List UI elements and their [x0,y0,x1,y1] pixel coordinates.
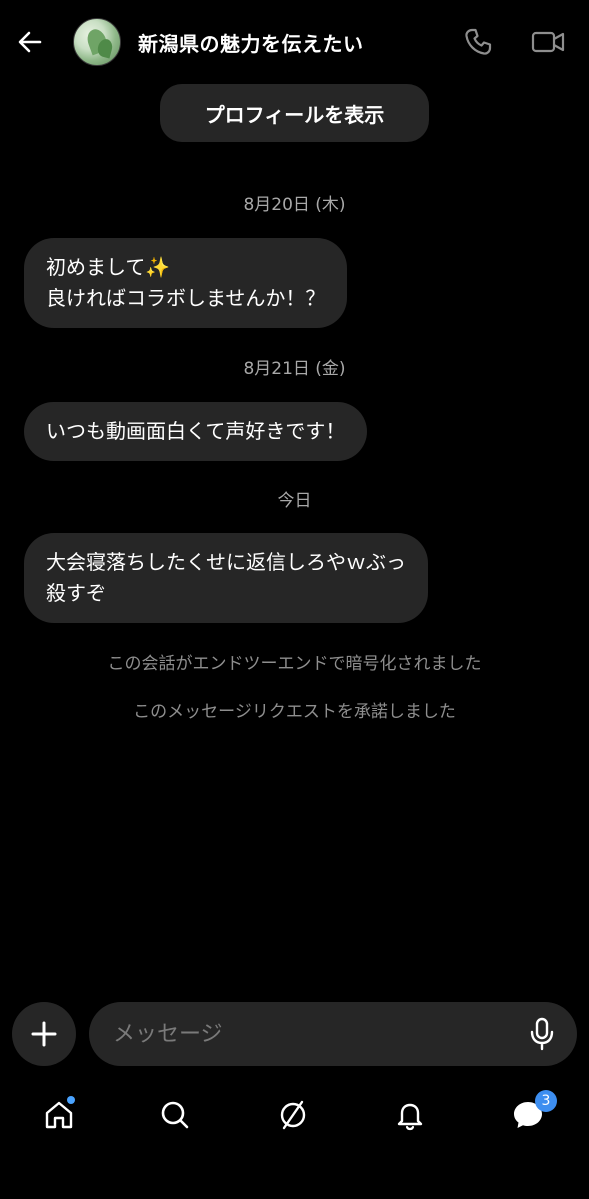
message-bubble[interactable]: いつも動画面白くて声好きです！ [24,402,368,461]
message-input[interactable] [113,1002,513,1066]
message-bubble[interactable]: 初めまして✨ 良ければコラボしませんか！？ [24,238,348,328]
message-composer [89,1002,577,1066]
compass-icon [280,1100,306,1130]
message-text: 大会寝落ちしたくせに返信しろやｗぶっ [46,550,406,574]
message-text: 良ければコラボしませんか！？ [46,286,326,310]
nav-explore[interactable] [268,1090,318,1140]
encryption-notice: この会話がエンドツーエンドで暗号化されました [107,654,482,674]
back-button[interactable] [10,22,50,62]
microphone-icon [530,1017,554,1051]
unread-count-badge: 3 [535,1090,557,1112]
plus-icon [31,1021,57,1047]
message-bubble[interactable]: 大会寝落ちしたくせに返信しろやｗぶっ 殺すぞ [24,533,428,623]
nav-search[interactable] [150,1090,200,1140]
date-separator: 8月20日 (木) [243,195,346,215]
unread-dot [67,1096,75,1104]
message-text: いつも動画面白くて声好きです！ [46,419,346,443]
arrow-left-icon [18,31,42,53]
chat-header: 新潟県の魅力を伝えたい [0,0,589,84]
voice-message-button[interactable] [527,1016,557,1052]
nav-messages[interactable]: 3 [503,1090,557,1140]
nav-home[interactable] [34,1090,84,1140]
call-button[interactable] [458,22,498,62]
message-text: 初めまして✨ [46,255,171,279]
date-separator: 今日 [277,491,312,511]
view-profile-button[interactable]: プロフィールを表示 [160,84,429,142]
message-text: 殺すぞ [46,581,106,605]
search-icon [161,1101,189,1129]
date-separator: 8月21日 (金) [243,359,346,379]
bottom-navigation: 3 [0,1080,589,1150]
video-call-button[interactable] [526,22,570,62]
phone-icon [465,28,492,55]
add-attachment-button[interactable] [12,1002,76,1066]
nav-notifications[interactable] [385,1090,435,1140]
dm-screen: 新潟県の魅力を伝えたい プロフィールを表示 8月20日 (木) 初めまして✨ 良… [0,0,589,1199]
avatar[interactable] [73,18,121,66]
video-camera-icon [531,31,565,53]
request-accepted-notice: このメッセージリクエストを承諾しました [133,702,456,722]
chat-title[interactable]: 新潟県の魅力を伝えたい [138,28,364,57]
bell-icon [397,1103,423,1131]
